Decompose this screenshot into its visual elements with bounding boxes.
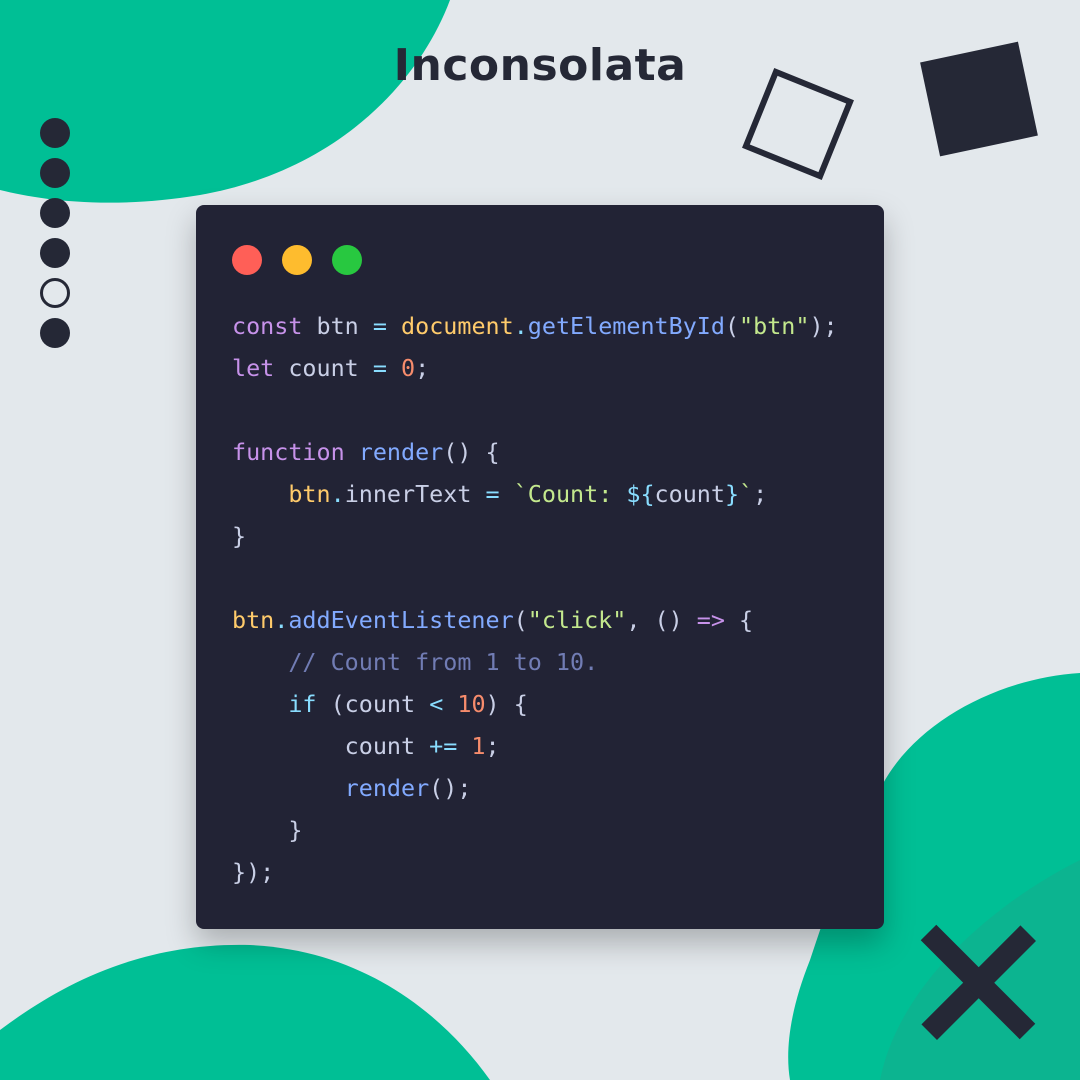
code-line: btn.innerText = `Count: ${count}`; bbox=[232, 473, 838, 515]
code-token: count bbox=[654, 480, 725, 508]
code-token: } bbox=[724, 480, 740, 508]
nav-dot-active bbox=[40, 278, 70, 308]
code-token: btn bbox=[288, 480, 331, 508]
code-line: const btn = document.getElementById("btn… bbox=[232, 305, 838, 347]
code-token: ; bbox=[753, 480, 768, 508]
code-token: btn bbox=[302, 312, 373, 340]
code-token: count bbox=[274, 354, 373, 382]
code-token: // Count from 1 to 10. bbox=[288, 648, 599, 676]
code-token: innerText bbox=[344, 480, 486, 508]
code-token: . bbox=[330, 480, 345, 508]
code-line: function render() { bbox=[232, 431, 838, 473]
code-block: const btn = document.getElementById("btn… bbox=[232, 305, 838, 893]
code-line: // Count from 1 to 10. bbox=[232, 641, 838, 683]
bottom-left-green-blob bbox=[0, 944, 490, 1080]
nav-dot bbox=[40, 318, 70, 348]
code-token: ` bbox=[739, 480, 754, 508]
code-token: document bbox=[401, 312, 514, 340]
code-token: = bbox=[372, 354, 387, 382]
code-token: `Count: bbox=[513, 480, 627, 508]
code-token: (); bbox=[429, 774, 472, 802]
code-token: render bbox=[344, 774, 430, 802]
code-line: if (count < 10) { bbox=[232, 683, 838, 725]
code-token: ) { bbox=[485, 690, 528, 718]
code-token: ( bbox=[513, 606, 528, 634]
code-token: => bbox=[696, 606, 725, 634]
code-line: } bbox=[232, 515, 838, 557]
nav-dot bbox=[40, 238, 70, 268]
code-line: let count = 0; bbox=[232, 347, 838, 389]
code-token: count bbox=[232, 732, 430, 760]
code-token: 0 bbox=[401, 354, 416, 382]
code-token: if bbox=[288, 690, 317, 718]
code-token: getElementById bbox=[527, 312, 725, 340]
code-token: . bbox=[274, 606, 289, 634]
code-line: count += 1; bbox=[232, 725, 838, 767]
code-line: }); bbox=[232, 851, 838, 893]
code-token: let bbox=[232, 354, 275, 382]
code-token: } bbox=[232, 522, 247, 550]
maximize-icon[interactable] bbox=[332, 245, 362, 275]
code-token: render bbox=[358, 438, 444, 466]
code-token: 1 bbox=[471, 732, 486, 760]
nav-dot bbox=[40, 118, 70, 148]
traffic-lights bbox=[232, 245, 382, 275]
code-token: { bbox=[724, 606, 754, 634]
code-token: ); bbox=[809, 312, 838, 340]
code-token: "btn" bbox=[739, 312, 810, 340]
code-token: const bbox=[232, 312, 303, 340]
close-icon[interactable] bbox=[232, 245, 262, 275]
code-line: render(); bbox=[232, 767, 838, 809]
code-token: ; bbox=[485, 732, 500, 760]
code-token: () { bbox=[443, 438, 500, 466]
code-token: = bbox=[372, 312, 387, 340]
code-token: < bbox=[429, 690, 444, 718]
code-token: += bbox=[429, 732, 458, 760]
nav-dot bbox=[40, 198, 70, 228]
nav-dots bbox=[40, 118, 70, 358]
code-token: btn bbox=[232, 606, 275, 634]
page-title: Inconsolata bbox=[393, 40, 687, 91]
code-token: . bbox=[513, 312, 528, 340]
code-token: ; bbox=[415, 354, 430, 382]
code-token: 10 bbox=[457, 690, 486, 718]
code-window: const btn = document.getElementById("btn… bbox=[196, 205, 884, 929]
minimize-icon[interactable] bbox=[282, 245, 312, 275]
code-line: btn.addEventListener("click", () => { bbox=[232, 599, 838, 641]
code-token: ${ bbox=[626, 480, 655, 508]
code-token: "click" bbox=[527, 606, 627, 634]
code-token: = bbox=[485, 480, 500, 508]
code-token: (count bbox=[316, 690, 430, 718]
code-token: ( bbox=[724, 312, 740, 340]
nav-dot bbox=[40, 158, 70, 188]
code-token: function bbox=[232, 438, 345, 466]
code-token: } bbox=[232, 816, 303, 844]
code-token: }); bbox=[232, 858, 275, 886]
code-token: , () bbox=[626, 606, 697, 634]
code-line: } bbox=[232, 809, 838, 851]
code-token: addEventListener bbox=[288, 606, 514, 634]
